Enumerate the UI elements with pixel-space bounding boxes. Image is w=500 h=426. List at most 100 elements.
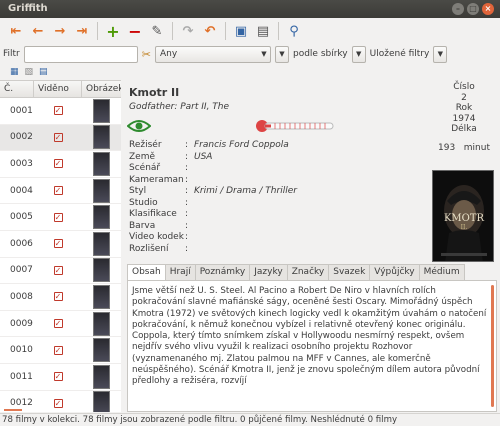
property-label: Kameraman — [129, 174, 184, 185]
property-label: Země — [129, 151, 156, 162]
property-row: Studio: — [129, 198, 297, 210]
minimize-button[interactable]: – — [452, 3, 464, 15]
seen-checkbox[interactable]: ✓ — [53, 106, 63, 116]
property-row: Země: USA — [129, 152, 297, 164]
seen-checkbox[interactable]: ✓ — [53, 239, 63, 249]
clear-filter-icon[interactable]: ✂ — [142, 48, 151, 61]
tab-0[interactable]: Obsah — [127, 264, 166, 280]
return-icon[interactable]: ↶ — [200, 21, 220, 41]
table-row[interactable]: 0004 ✓ — [0, 178, 121, 205]
seen-checkbox[interactable]: ✓ — [53, 212, 63, 222]
collection-combo[interactable]: ▼ — [274, 45, 289, 63]
row-number: 0010 — [10, 345, 33, 356]
table-row[interactable]: 0009 ✓ — [0, 311, 121, 338]
edit-icon[interactable]: ✎ — [147, 21, 167, 41]
property-label: Video kodek — [129, 232, 184, 242]
seen-checkbox[interactable]: ✓ — [53, 398, 63, 408]
property-colon: : — [185, 174, 189, 185]
import-icon[interactable]: ▦ — [10, 67, 19, 77]
tab-7[interactable]: Médium — [418, 264, 465, 280]
table-row[interactable]: 0011 ✓ — [0, 364, 121, 391]
search-icon[interactable]: ⚲ — [284, 21, 304, 41]
table-row[interactable]: 0005 ✓ — [0, 204, 121, 231]
detail-tabs: Obsah Hrají Poznámky Jazyky Značky Svazek Výpů… — [127, 264, 497, 280]
property-label: Barva — [129, 220, 156, 231]
property-colon: : — [185, 140, 189, 150]
property-row: Klasifikace: — [129, 209, 297, 221]
prev-icon[interactable]: ← — [28, 21, 48, 41]
eye-icon — [126, 118, 152, 137]
row-number: 0009 — [10, 318, 33, 329]
seen-checkbox[interactable]: ✓ — [53, 265, 63, 275]
first-icon[interactable]: ⇤ — [6, 21, 26, 41]
filter-label: Filtr — [3, 49, 20, 59]
plot-textbox[interactable]: Jsme větší než U. S. Steel. Al Pacino a … — [127, 280, 497, 412]
next-icon[interactable]: → — [50, 21, 70, 41]
movie-poster[interactable]: KMOTR II. — [432, 170, 494, 262]
loan-icon[interactable]: ↷ — [178, 21, 198, 41]
seen-checkbox[interactable]: ✓ — [53, 372, 63, 382]
close-button[interactable]: × — [482, 3, 494, 15]
table-hscrollbar[interactable] — [4, 409, 22, 411]
row-number: 0008 — [10, 291, 33, 302]
movie-meta: Číslo 2 Rok 1974 Délka 193 minut — [428, 80, 500, 153]
table-header: Č. Viděno Obrázek — [0, 81, 121, 98]
row-number: 0003 — [10, 158, 33, 169]
field-combo[interactable]: Any ▼ — [154, 45, 271, 63]
seen-checkbox[interactable]: ✓ — [53, 186, 63, 196]
seen-checkbox[interactable]: ✓ — [53, 292, 63, 302]
table-row[interactable]: 0010 ✓ — [0, 337, 121, 364]
notes-icon[interactable]: ▧ — [25, 67, 34, 77]
table-row[interactable]: 0008 ✓ — [0, 284, 121, 311]
table-row[interactable]: 0006 ✓ — [0, 231, 121, 258]
col-seen-header[interactable]: Viděno — [34, 81, 82, 97]
last-icon[interactable]: ⇥ — [72, 21, 92, 41]
property-value: Krimi / Drama / Thriller — [194, 186, 297, 196]
list-icon[interactable]: ▤ — [39, 67, 48, 77]
title-bar: Griffith – □ × — [0, 0, 500, 18]
row-number: 0012 — [10, 398, 33, 409]
remove-icon[interactable]: − — [125, 21, 145, 41]
table-row[interactable]: 0001 ✓ — [0, 98, 121, 125]
toolbar: ⇤ ← → ⇥ + − ✎ ↷ ↶ ▣ ▤ ⚲ — [0, 18, 500, 44]
table-scrollbar[interactable] — [121, 80, 125, 412]
row-number: 0005 — [10, 212, 33, 223]
saved-filters-combo[interactable]: ▼ — [351, 45, 366, 63]
poster-thumbnail — [93, 151, 110, 176]
tab-5[interactable]: Svazek — [328, 264, 371, 280]
tab-6[interactable]: Výpůjčky — [369, 264, 420, 280]
add-icon[interactable]: + — [103, 21, 123, 41]
saved-filters-dropdown[interactable]: ▼ — [433, 45, 448, 63]
plot-scrollbar[interactable] — [491, 285, 494, 407]
property-colon: : — [185, 220, 189, 231]
tab-1[interactable]: Hrají — [164, 264, 196, 280]
col-number-header[interactable]: Č. — [0, 81, 34, 97]
maximize-button[interactable]: □ — [467, 3, 479, 15]
year-value: 1974 — [452, 113, 476, 124]
export-icon[interactable]: ▤ — [253, 21, 273, 41]
table-row[interactable]: 0003 ✓ — [0, 151, 121, 178]
chevron-down-icon: ▼ — [437, 50, 444, 58]
seen-checkbox[interactable]: ✓ — [53, 132, 63, 142]
table-row[interactable]: 0002 ✓ — [0, 124, 121, 152]
tab-3[interactable]: Jazyky — [249, 264, 288, 280]
seen-checkbox[interactable]: ✓ — [53, 159, 63, 169]
filter-bar: Filtr ✂ Any ▼ ▼ podle sbírky ▼ Uložené f… — [0, 44, 500, 64]
property-colon: : — [185, 209, 189, 219]
property-label: Scénář — [129, 163, 161, 173]
col-image-header[interactable]: Obrázek — [82, 81, 121, 97]
tab-2[interactable]: Poznámky — [194, 264, 251, 280]
row-number: 0011 — [10, 371, 33, 382]
poster-thumbnail — [93, 231, 110, 256]
chevron-down-icon: ▼ — [261, 50, 267, 58]
filter-input[interactable] — [23, 45, 138, 63]
table-row[interactable]: 0007 ✓ — [0, 258, 121, 285]
tab-4[interactable]: Značky — [286, 264, 330, 280]
seen-checkbox[interactable]: ✓ — [53, 345, 63, 355]
status-bar: 78 filmy v kolekci. 78 filmy jsou zobraz… — [0, 413, 500, 426]
poster-icon[interactable]: ▣ — [231, 21, 251, 41]
seen-checkbox[interactable]: ✓ — [53, 319, 63, 329]
property-colon: : — [185, 151, 189, 162]
property-colon: : — [185, 243, 189, 254]
property-label: Klasifikace — [129, 209, 177, 219]
